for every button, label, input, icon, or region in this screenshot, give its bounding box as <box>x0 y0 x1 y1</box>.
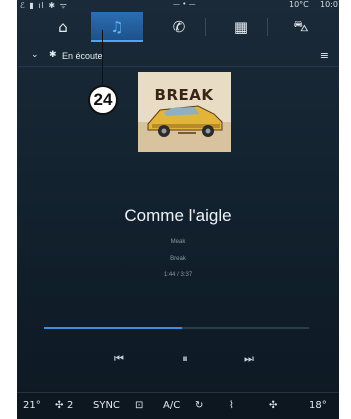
playlist-icon[interactable]: ≡ <box>320 49 329 62</box>
fan-icon[interactable]: ✣ <box>55 400 63 411</box>
clock: 10:07 <box>320 0 339 9</box>
fan-level[interactable]: 2 <box>67 400 73 411</box>
track-title: Comme l'aigle <box>124 206 232 225</box>
callout-leader-line <box>102 30 103 90</box>
infotainment-screen: ℰ ▮ ıl ✱ ᯤ — • — 10°C 10:07 ⌂ ♫ ✆ ▦ ⛍ ⌄ … <box>17 0 339 419</box>
pause-button[interactable]: ⏸ <box>175 350 195 368</box>
ac-button[interactable]: A/C <box>163 400 180 411</box>
driver-temperature[interactable]: 21° <box>23 400 41 411</box>
progress-bar[interactable] <box>44 327 309 329</box>
defrost-icon[interactable]: ⊡ <box>135 400 143 411</box>
track-album: Break <box>170 256 186 262</box>
main-nav: ⌂ ♫ ✆ ▦ ⛍ <box>17 12 339 42</box>
seat-fan-icon[interactable]: ✣ <box>269 400 277 411</box>
source-label[interactable]: En écoute <box>62 51 103 61</box>
track-time: 1:44 / 3:37 <box>163 272 193 278</box>
pause-icon: ⏸ <box>182 352 188 365</box>
previous-track-button[interactable]: ⏮ <box>109 350 129 368</box>
car-icon: ⛍ <box>293 17 309 35</box>
chevron-down-icon[interactable]: ⌄ <box>31 50 39 60</box>
album-art: BREAK <box>138 72 231 152</box>
nav-divider <box>205 18 206 36</box>
nav-divider <box>267 18 268 36</box>
tab-home[interactable]: ⌂ <box>37 12 89 42</box>
skip-forward-icon: ⏭ <box>244 352 254 365</box>
tab-phone[interactable]: ✆ <box>153 12 205 42</box>
music-note-icon: ♫ <box>110 18 124 36</box>
house-icon: ⌂ <box>58 18 68 36</box>
recirculation-icon[interactable]: ↻ <box>195 400 203 411</box>
seat-heat-icon[interactable]: ⌇ <box>229 400 234 411</box>
passenger-temperature[interactable]: 18° <box>309 400 327 411</box>
phone-icon: ✆ <box>172 18 186 36</box>
next-track-button[interactable]: ⏭ <box>239 350 259 368</box>
status-center: — • — <box>173 0 196 8</box>
bluetooth-icon: ✱ <box>49 50 57 60</box>
callout-marker: 24 <box>88 85 118 115</box>
tab-vehicle[interactable]: ⛍ <box>275 12 327 42</box>
album-art-illustration <box>138 72 231 152</box>
track-artist: Meak <box>170 239 186 245</box>
climate-bar: 21° ✣ 2 SYNC ⊡ A/C ↻ ⌇ ✣ 18° <box>17 392 339 419</box>
status-bar: ℰ ▮ ıl ✱ ᯤ — • — 10°C 10:07 <box>17 0 339 10</box>
progress-fill <box>44 327 182 329</box>
source-bar: ⌄ ✱ En écoute ≡ <box>17 45 339 67</box>
tab-apps[interactable]: ▦ <box>215 12 267 42</box>
apps-grid-icon: ▦ <box>233 18 249 36</box>
outside-temperature: 10°C <box>289 0 309 9</box>
sync-button[interactable]: SYNC <box>93 400 120 411</box>
skip-back-icon: ⏮ <box>114 352 124 365</box>
status-indicators: ℰ ▮ ıl ✱ ᯤ <box>20 1 68 10</box>
tab-media[interactable]: ♫ <box>91 12 143 42</box>
album-art-title: BREAK <box>154 86 214 104</box>
